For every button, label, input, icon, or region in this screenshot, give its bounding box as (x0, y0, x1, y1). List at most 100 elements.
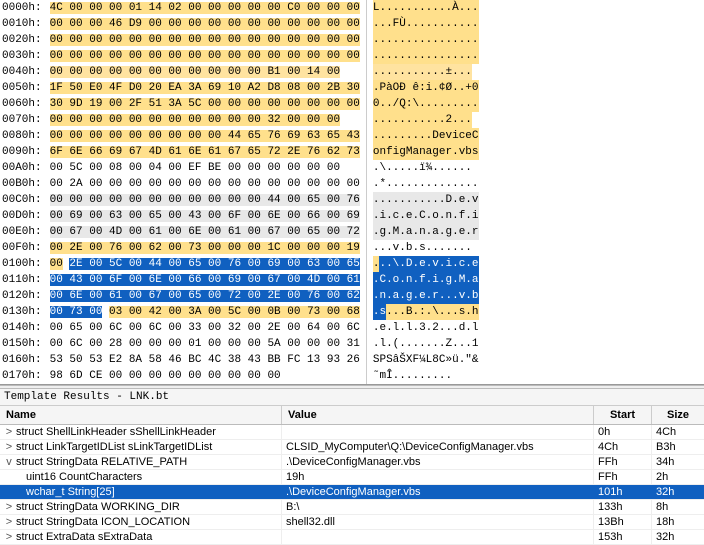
hex-row[interactable]: 6F 6E 66 69 67 4D 61 6E 61 67 65 72 2E 7… (50, 144, 360, 160)
ascii-column[interactable]: L...........À......FÙ...................… (366, 0, 704, 384)
ascii-row[interactable]: onfigManager.vbs (373, 144, 704, 160)
ascii-row[interactable]: ˜mÎ......... (373, 368, 704, 384)
addr: 0020h: (0, 32, 44, 48)
tree-row[interactable]: uint16 CountCharacters19hFFh2h (0, 470, 704, 485)
tree-row[interactable]: >struct StringData ICON_LOCATIONshell32.… (0, 515, 704, 530)
hex-row[interactable]: 00 2E 00 5C 00 44 00 65 00 76 00 69 00 6… (50, 256, 360, 272)
ascii-row[interactable]: .n.a.g.e.r...v.b (373, 288, 704, 304)
hex-row[interactable]: 00 00 00 00 00 00 00 00 00 44 65 76 69 6… (50, 128, 360, 144)
hex-row[interactable]: 00 2E 00 76 00 62 00 73 00 00 00 1C 00 0… (50, 240, 360, 256)
node-name: struct ShellLinkHeader sShellLinkHeader (16, 426, 216, 438)
node-size: B3h (652, 440, 704, 454)
ascii-row[interactable]: .C.o.n.f.i.g.M.a (373, 272, 704, 288)
hex-row[interactable]: 30 9D 19 00 2F 51 3A 5C 00 00 00 00 00 0… (50, 96, 360, 112)
hex-row[interactable]: 00 73 00 03 00 42 00 3A 00 5C 00 0B 00 7… (50, 304, 360, 320)
node-size: 18h (652, 515, 704, 529)
addr: 00A0h: (0, 160, 44, 176)
addr: 0040h: (0, 64, 44, 80)
node-name: wchar_t String[25] (26, 486, 115, 498)
expand-icon[interactable]: > (4, 441, 14, 453)
ascii-row[interactable]: ................ (373, 32, 704, 48)
hex-row[interactable]: 00 00 00 00 00 00 00 00 00 00 00 00 00 0… (50, 48, 360, 64)
expand-icon[interactable]: v (4, 456, 14, 468)
ascii-row[interactable]: .l.(.......Z...1 (373, 336, 704, 352)
hex-row[interactable]: 00 00 00 00 00 00 00 00 00 00 00 44 00 6… (50, 192, 360, 208)
tree-row[interactable]: >struct ExtraData sExtraData153h32h (0, 530, 704, 545)
node-value: 19h (282, 470, 594, 484)
template-results-tree[interactable]: Name Value Start Size >struct ShellLinkH… (0, 406, 704, 545)
ascii-row[interactable]: .*.............. (373, 176, 704, 192)
ascii-row[interactable]: ...FÙ........... (373, 16, 704, 32)
hex-row[interactable]: 00 5C 00 08 00 04 00 EF BE 00 00 00 00 0… (50, 160, 360, 176)
addr: 0140h: (0, 320, 44, 336)
ascii-row[interactable]: SPSâŠXF¼L8C»ü."& (373, 352, 704, 368)
col-start[interactable]: Start (594, 406, 652, 424)
hex-row[interactable]: 53 50 53 E2 8A 58 46 BC 4C 38 43 BB FC 1… (50, 352, 360, 368)
ascii-row[interactable]: ...........2... (373, 112, 704, 128)
ascii-row[interactable]: L...........À... (373, 0, 704, 16)
ascii-row[interactable]: .\.....ï¾...... (373, 160, 704, 176)
node-value: .\DeviceConfigManager.vbs (282, 455, 594, 469)
address-column: 0000h:0010h:0020h:0030h:0040h:0050h:0060… (0, 0, 44, 384)
tree-row[interactable]: >struct LinkTargetIDList sLinkTargetIDLi… (0, 440, 704, 455)
ascii-row[interactable]: 0../Q:\......... (373, 96, 704, 112)
hex-row[interactable]: 98 6D CE 00 00 00 00 00 00 00 00 00 (50, 368, 360, 384)
hex-row[interactable]: 00 43 00 6F 00 6E 00 66 00 69 00 67 00 4… (50, 272, 360, 288)
node-size: 32h (652, 485, 704, 499)
hex-row[interactable]: 00 67 00 4D 00 61 00 6E 00 61 00 67 00 6… (50, 224, 360, 240)
tree-row[interactable]: >struct StringData WORKING_DIRB:\133h8h (0, 500, 704, 515)
hex-row[interactable]: 00 2A 00 00 00 00 00 00 00 00 00 00 00 0… (50, 176, 360, 192)
hex-row[interactable]: 00 6C 00 28 00 00 00 01 00 00 00 5A 00 0… (50, 336, 360, 352)
addr: 0170h: (0, 368, 44, 384)
addr: 00B0h: (0, 176, 44, 192)
ascii-row[interactable]: .s...B.:.\...s.h (373, 304, 704, 320)
col-size[interactable]: Size (652, 406, 704, 424)
hex-row[interactable]: 00 6E 00 61 00 67 00 65 00 72 00 2E 00 7… (50, 288, 360, 304)
hex-row[interactable]: 00 00 00 00 00 00 00 00 00 00 00 32 00 0… (50, 112, 360, 128)
node-value: shell32.dll (282, 515, 594, 529)
ascii-row[interactable]: ...........D.e.v (373, 192, 704, 208)
addr: 0090h: (0, 144, 44, 160)
ascii-row[interactable]: .PàOĐ ê:i.¢Ø..+0 (373, 80, 704, 96)
hex-view[interactable]: 0000h:0010h:0020h:0030h:0040h:0050h:0060… (0, 0, 704, 385)
hex-row[interactable]: 1F 50 E0 4F D0 20 EA 3A 69 10 A2 D8 08 0… (50, 80, 360, 96)
col-name[interactable]: Name (0, 406, 282, 424)
addr: 0050h: (0, 80, 44, 96)
node-start: 153h (594, 530, 652, 544)
ascii-row[interactable]: ...\.D.e.v.i.c.e (373, 256, 704, 272)
expand-icon[interactable]: > (4, 426, 14, 438)
addr: 00F0h: (0, 240, 44, 256)
tree-row[interactable]: >struct ShellLinkHeader sShellLinkHeader… (0, 425, 704, 440)
addr: 0130h: (0, 304, 44, 320)
ascii-row[interactable]: ................ (373, 48, 704, 64)
hex-row[interactable]: 00 00 00 00 00 00 00 00 00 00 00 B1 00 1… (50, 64, 360, 80)
addr: 0150h: (0, 336, 44, 352)
hex-row[interactable]: 00 65 00 6C 00 6C 00 33 00 32 00 2E 00 6… (50, 320, 360, 336)
hex-row[interactable]: 00 00 00 00 00 00 00 00 00 00 00 00 00 0… (50, 32, 360, 48)
ascii-row[interactable]: ...v.b.s....... (373, 240, 704, 256)
addr: 0100h: (0, 256, 44, 272)
hex-row[interactable]: 4C 00 00 00 01 14 02 00 00 00 00 00 C0 0… (50, 0, 360, 16)
node-size: 4Ch (652, 425, 704, 439)
expand-icon[interactable]: > (4, 531, 14, 543)
tree-row[interactable]: vstruct StringData RELATIVE_PATH .\Device… (0, 455, 704, 470)
hex-row[interactable]: 00 69 00 63 00 65 00 43 00 6F 00 6E 00 6… (50, 208, 360, 224)
node-start: 0h (594, 425, 652, 439)
expand-icon[interactable]: > (4, 516, 14, 528)
col-value[interactable]: Value (282, 406, 594, 424)
node-value (282, 425, 594, 439)
ascii-row[interactable]: ...........±... (373, 64, 704, 80)
addr: 00C0h: (0, 192, 44, 208)
addr: 0120h: (0, 288, 44, 304)
ascii-row[interactable]: .........DeviceC (373, 128, 704, 144)
node-name: struct StringData RELATIVE_PATH (16, 456, 187, 468)
ascii-row[interactable]: .i.c.e.C.o.n.f.i (373, 208, 704, 224)
expand-icon[interactable]: > (4, 501, 14, 513)
ascii-row[interactable]: .g.M.a.n.a.g.e.r (373, 224, 704, 240)
ascii-row[interactable]: .e.l.l.3.2...d.l (373, 320, 704, 336)
tree-row[interactable]: wchar_t String[25].\DeviceConfigManager.… (0, 485, 704, 500)
addr: 00E0h: (0, 224, 44, 240)
addr: 0060h: (0, 96, 44, 112)
hex-row[interactable]: 00 00 00 46 D9 00 00 00 00 00 00 00 00 0… (50, 16, 360, 32)
bytes-column[interactable]: 4C 00 00 00 01 14 02 00 00 00 00 00 C0 0… (44, 0, 366, 384)
